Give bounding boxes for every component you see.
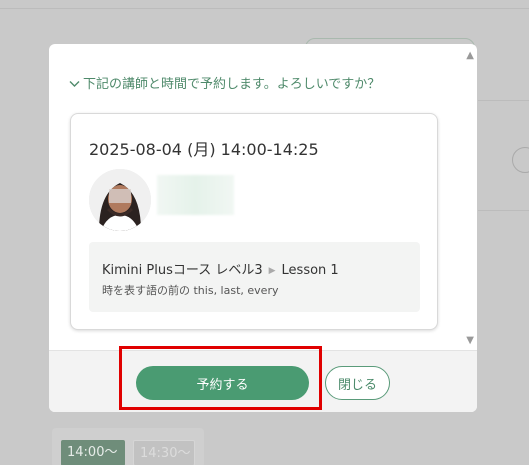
highlight-box [119,346,322,410]
arrow-right-icon: ▶ [268,266,276,276]
divider [0,8,529,9]
lesson-topic: 時を表す語の前の this, last, every [102,284,279,297]
modal-scroll-area[interactable]: 下記の講師と時間で予約します。よろしいですか？ 2025-08-04 (月) 1… [49,44,477,350]
teacher-name-blurred [157,175,234,215]
lesson-name: Lesson 1 [281,263,339,278]
course-title-line: Kimini Plusコース レベル3 ▶ Lesson 1 [102,259,339,278]
chevron-down-icon [69,77,83,92]
time-slot: 14:30〜 [133,440,195,465]
divider [478,210,529,211]
scroll-down-icon[interactable]: ▼ [466,335,474,346]
course-info: Kimini Plusコース レベル3 ▶ Lesson 1 時を表す語の前の th… [89,242,420,312]
confirm-message[interactable]: 下記の講師と時間で予約します。よろしいですか？ [69,73,380,92]
scroll-up-icon[interactable]: ▲ [466,50,474,61]
confirm-message-text: 下記の講師と時間で予約します。よろしいですか？ [83,77,381,92]
divider [478,100,529,101]
course-name: Kimini Plusコース レベル3 [102,263,263,278]
time-slot: 14:00〜 [61,440,125,465]
background-circle-button [512,147,529,173]
reservation-card: 2025-08-04 (月) 14:00-14:25 Kimini Plusコー… [70,113,438,330]
close-button[interactable]: 閉じる [325,366,390,400]
reservation-datetime: 2025-08-04 (月) 14:00-14:25 [89,140,319,159]
teacher-avatar [89,169,151,231]
